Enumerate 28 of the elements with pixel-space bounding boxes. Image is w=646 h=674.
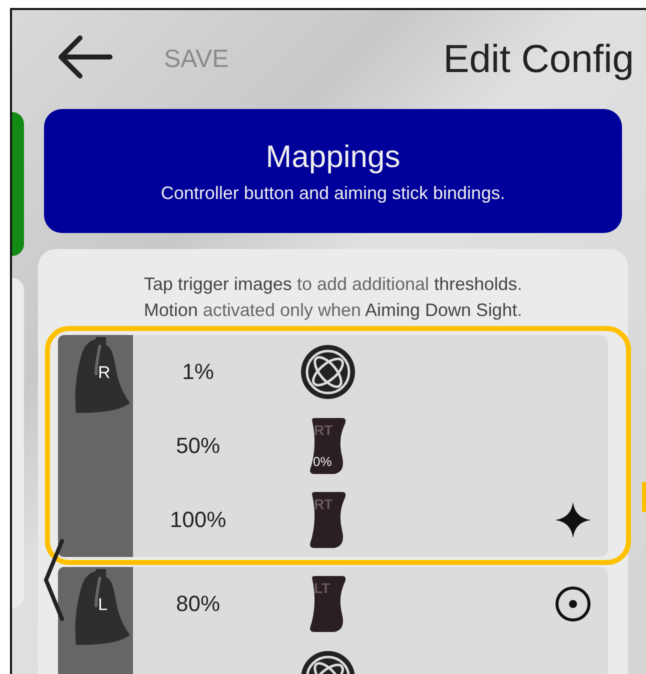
trigger-label: R [98, 363, 110, 383]
sparkle-icon[interactable] [554, 501, 592, 539]
button-label: LT [314, 580, 330, 596]
banner-subtitle: Controller button and aiming stick bindings. [160, 182, 506, 204]
trigger-button-icon[interactable] [308, 490, 348, 550]
trigger-button-icon[interactable] [308, 574, 348, 634]
button-label: RT [314, 496, 333, 512]
button-sublabel: 0% [313, 454, 332, 469]
threshold-value: 50% [174, 433, 222, 459]
trigger-label: L [98, 595, 108, 615]
threshold-value: 80% [174, 591, 222, 617]
side-tab[interactable] [12, 112, 24, 256]
chevron-left-icon[interactable] [42, 538, 66, 622]
threshold-value: 100% [168, 507, 228, 533]
page-title: Edit Config [443, 38, 634, 82]
hint-text: Tap trigger images to add additional thresholds. [142, 273, 524, 296]
trigger-button-icon[interactable] [308, 416, 348, 476]
target-icon[interactable] [554, 585, 592, 623]
gyro-icon[interactable] [299, 343, 357, 401]
hint-text: Motion activated only when Aiming Down Sight. [142, 299, 524, 322]
edge-marker [642, 482, 646, 512]
trigger-icon[interactable] [74, 567, 132, 647]
button-label: RT [314, 422, 333, 438]
threshold-value: 1% [181, 359, 215, 385]
banner-title: Mappings [266, 138, 400, 174]
back-arrow-icon[interactable] [56, 34, 114, 80]
mappings-banner[interactable]: Mappings Controller button and aiming stick bindings. [44, 109, 622, 233]
trigger-icon[interactable] [74, 335, 132, 415]
